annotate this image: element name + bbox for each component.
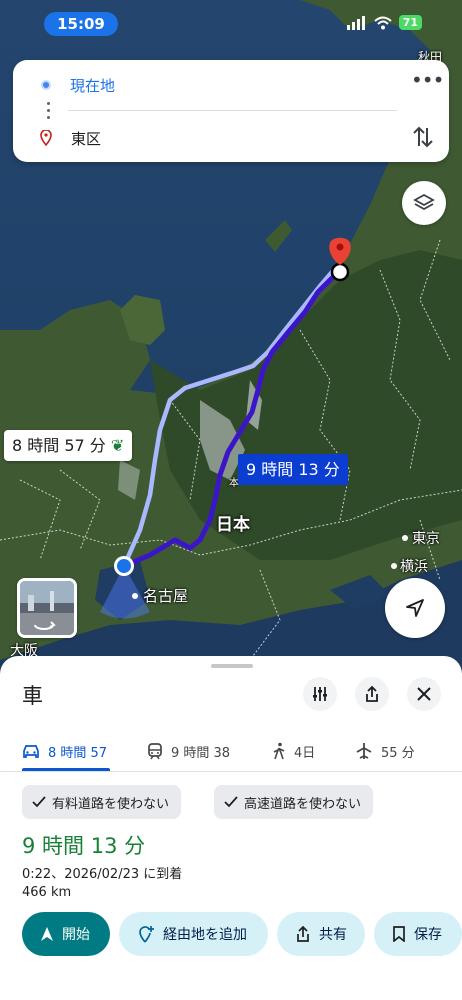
flight-icon (356, 743, 372, 759)
wifi-icon (374, 16, 392, 29)
start-navigation-button[interactable]: 開始 (22, 912, 110, 956)
alt-route-time: 8 時間 57 分 (12, 436, 106, 455)
origin-dot-icon (41, 80, 51, 90)
route-search-card: 現在地 東区 ••• (13, 60, 449, 162)
avoid-tolls-label: 有料道路を使わない (52, 796, 170, 812)
origin-row[interactable]: 現在地 (13, 70, 115, 100)
tune-icon (313, 687, 327, 701)
tab-driving[interactable]: 8 時間 57 (22, 730, 107, 772)
alt-route-callout[interactable]: 8 時間 57 分 ❦ (4, 430, 133, 461)
car-icon (23, 745, 39, 758)
more-options-button[interactable]: ••• (411, 70, 444, 97)
save-label: 保存 (414, 927, 442, 943)
map-label-tokyo: 東京 (412, 531, 440, 547)
check-icon (32, 796, 46, 808)
sheet-title: 車 (22, 684, 43, 708)
layers-button[interactable] (402, 181, 446, 225)
map-view[interactable]: 15:09 71 現在地 東区 ••• 8 時間 57 分 ❦ 9 時間 13 分… (0, 0, 462, 680)
directions-sheet: 車 8 時間 57 9 時間 38 4日 55 分 有料道路を使わない 高速道路… (0, 656, 462, 1000)
walk-icon (273, 742, 285, 760)
share-label: 共有 (319, 927, 347, 943)
my-location-button[interactable] (385, 578, 445, 638)
street-view-thumbnail[interactable] (17, 578, 77, 638)
swap-icon[interactable] (411, 124, 435, 150)
map-label-nagoya: 名古屋 (143, 587, 189, 605)
battery-icon: 71 (398, 15, 422, 30)
route-duration: 9 時間 13 分 (22, 834, 146, 858)
destination-row[interactable]: 東区 (13, 123, 101, 153)
check-icon (224, 796, 238, 808)
bookmark-icon (393, 926, 405, 942)
city-dot (132, 593, 138, 599)
status-icons: 71 (346, 15, 422, 30)
close-button[interactable] (407, 677, 441, 711)
transit-icon (148, 742, 162, 759)
street-view-image (20, 581, 74, 635)
city-dot (402, 535, 408, 541)
add-stop-label: 経由地を追加 (163, 927, 247, 943)
tab-walking-label: 4日 (294, 745, 316, 761)
navigation-icon (41, 927, 53, 941)
tab-flight[interactable]: 55 分 (355, 730, 415, 772)
layers-icon (413, 193, 435, 211)
eco-leaf-icon: ❦ (110, 436, 125, 455)
close-icon (417, 687, 431, 701)
share-icon (366, 685, 378, 702)
city-dot (391, 563, 397, 569)
arrival-time: 0:22、2026/02/23 に到着 (22, 867, 183, 882)
main-route-callout[interactable]: 9 時間 13 分 (238, 454, 348, 485)
map-label-japan: 日本 (216, 515, 250, 535)
share-route-button[interactable] (355, 677, 389, 711)
origin-field[interactable]: 現在地 (70, 75, 115, 96)
share-button[interactable]: 共有 (277, 912, 365, 956)
signal-icon (346, 15, 365, 30)
route-options-button[interactable] (303, 677, 337, 711)
divider (68, 110, 397, 111)
avoid-tolls-chip[interactable]: 有料道路を使わない (22, 785, 182, 819)
map-label-yokohama: 横浜 (400, 559, 428, 575)
tab-flight-label: 55 分 (381, 745, 415, 761)
add-location-icon (139, 926, 154, 943)
tab-transit[interactable]: 9 時間 38 (147, 730, 230, 772)
status-bar: 15:09 71 (0, 0, 462, 50)
tab-transit-label: 9 時間 38 (171, 745, 231, 761)
destination-field[interactable]: 東区 (71, 128, 101, 149)
start-label: 開始 (62, 927, 90, 943)
active-tab-indicator (22, 768, 110, 771)
navigation-arrow-icon (406, 599, 424, 617)
destination-pin-icon (40, 130, 52, 146)
route-dots-icon (47, 102, 50, 123)
avoid-highways-chip[interactable]: 高速道路を使わない (214, 785, 374, 819)
status-time: 15:09 (44, 12, 118, 36)
main-route-time: 9 時間 13 分 (246, 460, 340, 479)
drag-handle[interactable] (211, 664, 253, 668)
share-icon (297, 925, 309, 942)
route-distance: 466 km (22, 885, 72, 900)
tab-walking[interactable]: 4日 (272, 730, 315, 772)
add-stop-button[interactable]: 経由地を追加 (119, 912, 268, 956)
save-button[interactable]: 保存 (374, 912, 462, 956)
avoid-highways-label: 高速道路を使わない (244, 796, 362, 812)
travel-mode-tabs: 8 時間 57 9 時間 38 4日 55 分 (0, 730, 462, 772)
tab-driving-label: 8 時間 57 (48, 745, 108, 761)
